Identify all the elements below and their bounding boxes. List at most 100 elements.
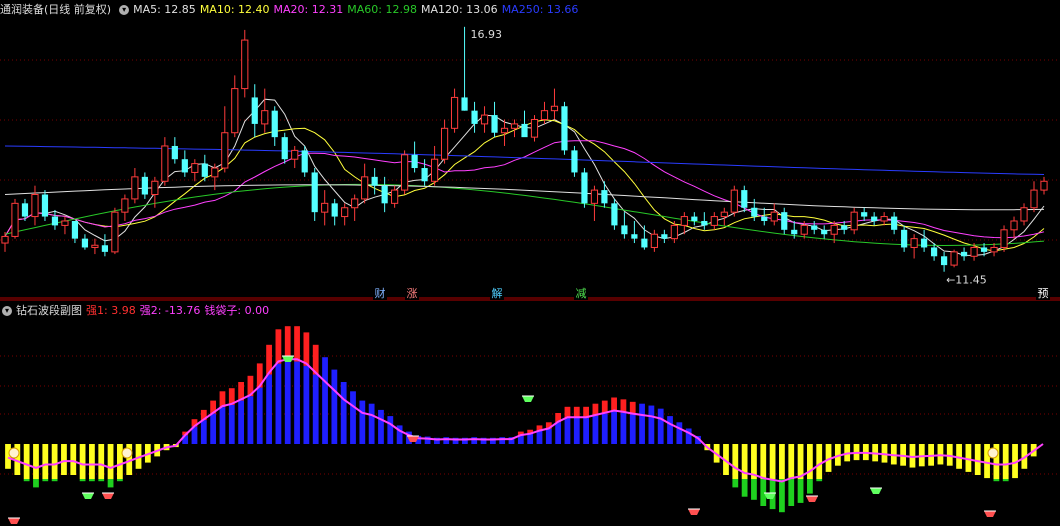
bar-blue	[238, 400, 244, 444]
bar-yellow	[51, 444, 58, 479]
bar-green	[51, 479, 58, 482]
candle-body	[581, 172, 588, 204]
money-bag-body	[987, 447, 999, 459]
candle-body	[141, 176, 148, 195]
candle-body	[540, 110, 549, 120]
bar-yellow	[769, 444, 776, 479]
candle-body	[241, 39, 249, 90]
candle	[811, 220, 818, 235]
candle-body	[421, 168, 428, 182]
candle-body	[670, 224, 678, 240]
candle-body	[411, 154, 418, 169]
candle	[970, 243, 978, 261]
candle-body	[950, 251, 958, 266]
bar-green	[98, 479, 105, 482]
candle-body	[841, 225, 848, 230]
candle-body	[661, 234, 668, 239]
bar-blue	[340, 382, 347, 444]
candle	[141, 172, 148, 199]
bar-blue	[331, 369, 338, 444]
candle	[590, 185, 599, 221]
bar-blue	[648, 405, 655, 444]
bar-blue	[611, 411, 617, 444]
candle-body	[231, 88, 239, 134]
candle-body	[650, 233, 658, 248]
diamond-shape	[8, 518, 20, 524]
bar-blue	[545, 428, 552, 444]
candle	[171, 137, 178, 164]
candle-body	[980, 247, 988, 252]
candle	[161, 137, 169, 186]
candle	[281, 132, 288, 164]
event-marker-text: 解	[492, 286, 503, 300]
candle-body	[61, 220, 69, 226]
candle	[701, 212, 708, 230]
candle-body	[311, 172, 318, 213]
candle	[710, 212, 718, 230]
bar-red	[611, 397, 617, 412]
candle-body	[871, 216, 878, 221]
candle	[691, 212, 698, 226]
candle-body	[751, 207, 758, 217]
bar-blue	[387, 416, 394, 444]
diamond-shape	[688, 509, 700, 515]
bar-red	[303, 332, 310, 366]
candle	[430, 145, 439, 186]
bar-yellow	[974, 444, 981, 475]
bar-blue	[536, 430, 543, 444]
candle	[331, 198, 338, 226]
candle-body	[91, 244, 99, 248]
candle-body	[1000, 229, 1008, 248]
candle	[611, 198, 618, 230]
candle	[191, 159, 199, 182]
candle-body	[601, 190, 608, 204]
candle-body	[271, 110, 278, 138]
candle	[131, 168, 139, 204]
bar-blue	[601, 413, 608, 444]
candle	[91, 238, 99, 255]
bar-green	[797, 479, 804, 503]
bar-green	[79, 479, 86, 482]
bar-blue	[350, 391, 356, 444]
candle-body	[910, 238, 918, 248]
candle-body	[960, 251, 968, 257]
event-marker: 解	[490, 286, 504, 300]
bar-yellow	[937, 444, 944, 465]
candle	[510, 119, 519, 138]
candle-body	[1010, 220, 1018, 231]
candle-body	[461, 97, 468, 111]
bar-blue	[200, 420, 207, 444]
bar-blue	[266, 374, 272, 444]
candle	[1040, 176, 1048, 195]
candle	[891, 212, 898, 235]
diamond-icon	[522, 395, 534, 402]
bar-green	[741, 479, 748, 497]
candle	[550, 88, 559, 120]
bar-blue	[219, 407, 226, 444]
ma60-line	[4, 183, 1045, 247]
candle-body	[391, 189, 399, 204]
candle	[871, 212, 878, 226]
candle-body	[191, 163, 199, 173]
candle-body	[691, 216, 698, 221]
event-marker: 涨	[405, 286, 419, 300]
candle-body	[71, 220, 79, 239]
candle-body	[611, 203, 618, 226]
candle-body	[261, 110, 269, 125]
candle-body	[471, 110, 478, 124]
bar-green	[117, 479, 123, 482]
bar-blue	[564, 417, 571, 444]
candle	[81, 234, 89, 250]
candle	[581, 168, 588, 208]
candle	[361, 163, 369, 204]
bar-green	[23, 479, 30, 482]
candle	[910, 234, 918, 259]
candle	[921, 229, 928, 252]
bar-yellow	[797, 444, 804, 479]
bar-blue	[639, 403, 645, 444]
chart-canvas[interactable]: 16.93 ←11.45 财 涨 解 减 预	[0, 0, 1060, 526]
candle-body	[1, 235, 9, 244]
candle-body	[901, 229, 908, 248]
event-marker-text: 预	[1038, 287, 1049, 300]
candle-body	[631, 234, 638, 239]
